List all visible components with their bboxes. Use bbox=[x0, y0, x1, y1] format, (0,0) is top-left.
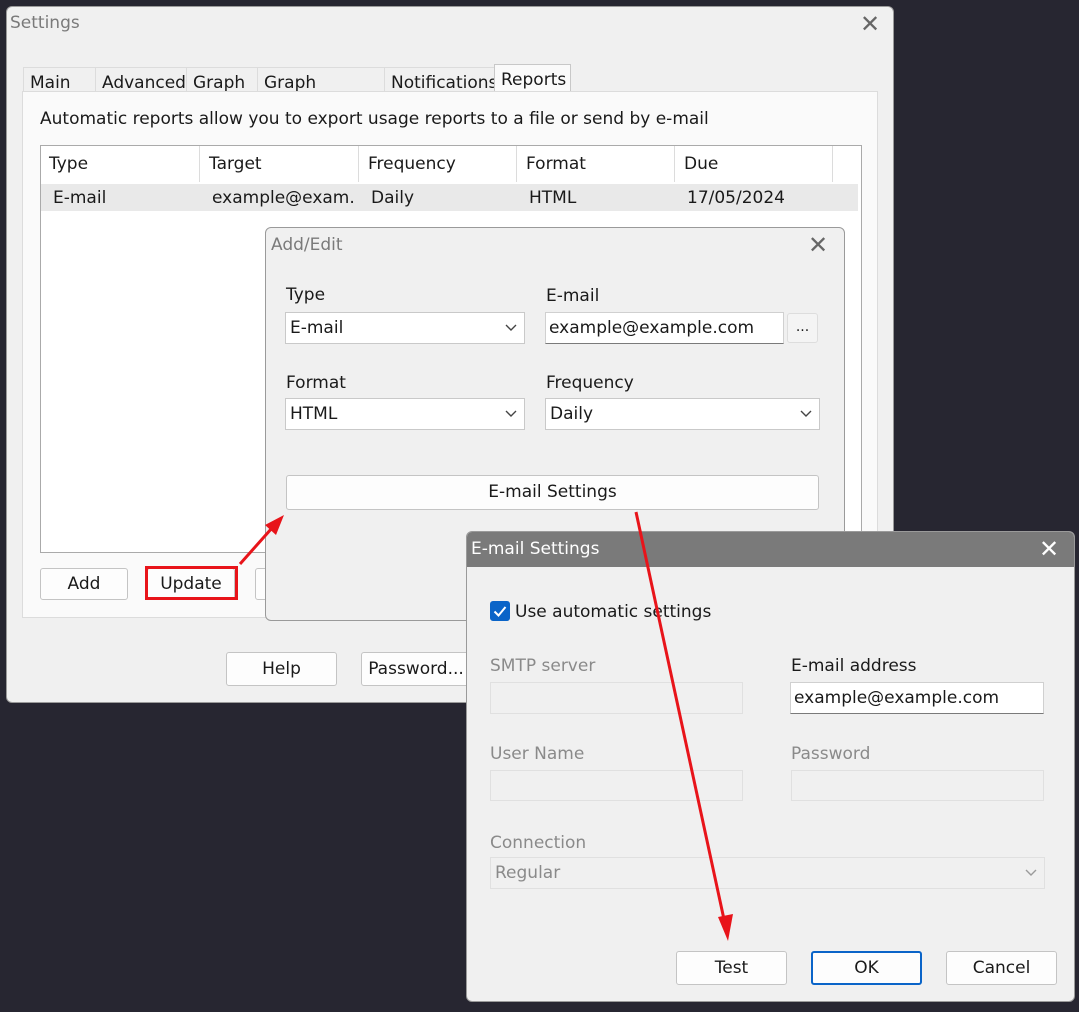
email-label: E-mail bbox=[546, 286, 600, 306]
cell-frequency: Daily bbox=[371, 188, 415, 208]
column-header-type[interactable]: Type bbox=[40, 146, 200, 182]
email-settings-button[interactable]: E-mail Settings bbox=[286, 475, 819, 510]
add-edit-title: Add/Edit bbox=[271, 235, 343, 255]
password-label: Password bbox=[791, 744, 871, 764]
cell-target: example@exam... bbox=[212, 188, 354, 208]
column-header-frequency[interactable]: Frequency bbox=[359, 146, 517, 182]
connection-label: Connection bbox=[490, 833, 587, 853]
format-select-value: HTML bbox=[290, 404, 338, 424]
format-select[interactable]: HTML bbox=[285, 398, 525, 430]
email-address-field[interactable]: example@example.com bbox=[790, 682, 1044, 714]
cell-due: 17/05/2024 bbox=[687, 188, 785, 208]
password-field[interactable] bbox=[791, 770, 1044, 801]
type-select[interactable]: E-mail bbox=[285, 312, 525, 344]
close-icon[interactable]: ✕ bbox=[1033, 534, 1065, 566]
close-icon[interactable]: ✕ bbox=[854, 9, 886, 41]
smtp-label: SMTP server bbox=[490, 656, 596, 676]
settings-title: Settings bbox=[10, 13, 80, 33]
settings-titlebar: Settings ✕ bbox=[7, 7, 893, 43]
chevron-down-icon bbox=[505, 410, 517, 417]
username-field[interactable] bbox=[490, 770, 743, 801]
frequency-label: Frequency bbox=[546, 373, 634, 393]
column-header-format[interactable]: Format bbox=[517, 146, 675, 182]
ok-button[interactable]: OK bbox=[811, 951, 922, 985]
email-field[interactable]: example@example.com bbox=[545, 312, 784, 344]
cell-type: E-mail bbox=[53, 188, 107, 208]
close-icon[interactable]: ✕ bbox=[802, 230, 834, 262]
smtp-field[interactable] bbox=[490, 682, 743, 714]
reports-description: Automatic reports allow you to export us… bbox=[40, 109, 709, 129]
help-button[interactable]: Help bbox=[226, 652, 337, 686]
frequency-select-value: Daily bbox=[550, 404, 594, 424]
cancel-button[interactable]: Cancel bbox=[946, 951, 1057, 985]
column-header-due[interactable]: Due bbox=[675, 146, 833, 182]
add-edit-titlebar: Add/Edit ✕ bbox=[266, 228, 844, 264]
checkmark-icon bbox=[493, 606, 507, 617]
connection-select-value: Regular bbox=[495, 863, 561, 883]
update-highlight-box bbox=[145, 566, 238, 600]
chevron-down-icon bbox=[505, 324, 517, 331]
browse-button[interactable]: ... bbox=[787, 313, 818, 343]
column-header-target[interactable]: Target bbox=[200, 146, 359, 182]
add-button[interactable]: Add bbox=[40, 568, 128, 600]
email-settings-title: E-mail Settings bbox=[471, 539, 600, 559]
type-select-value: E-mail bbox=[290, 318, 344, 338]
auto-settings-checkbox[interactable] bbox=[490, 601, 510, 621]
frequency-select[interactable]: Daily bbox=[545, 398, 820, 430]
password-button[interactable]: Password... bbox=[361, 652, 471, 686]
chevron-down-icon bbox=[800, 410, 812, 417]
chevron-down-icon bbox=[1025, 869, 1037, 876]
connection-select[interactable]: Regular bbox=[490, 857, 1045, 889]
cell-format: HTML bbox=[529, 188, 577, 208]
test-button[interactable]: Test bbox=[676, 951, 787, 985]
format-label: Format bbox=[286, 373, 346, 393]
email-settings-titlebar: E-mail Settings ✕ bbox=[467, 532, 1074, 567]
username-label: User Name bbox=[490, 744, 585, 764]
email-address-label: E-mail address bbox=[791, 656, 917, 676]
type-label: Type bbox=[286, 285, 326, 305]
auto-settings-label: Use automatic settings bbox=[515, 602, 712, 622]
